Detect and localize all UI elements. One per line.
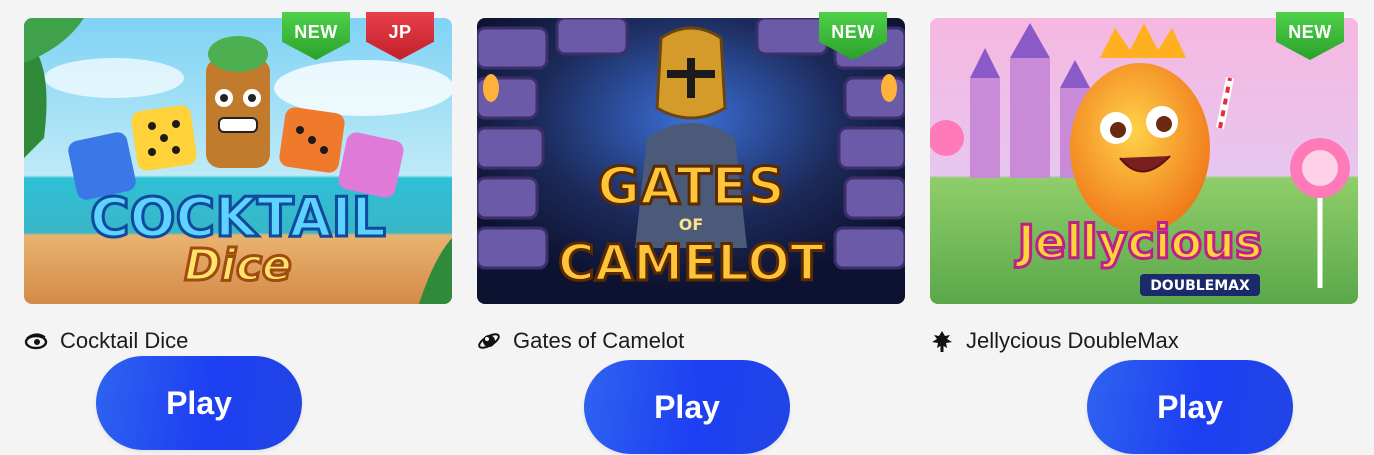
game-title-row: Jellycious DoubleMax <box>930 327 1179 355</box>
cover-title-line2: OF <box>679 215 704 234</box>
game-card-jellycious-doublemax: Jellycious DOUBLEMAX NEW Jellycious Doub… <box>930 0 1358 455</box>
game-title: Cocktail Dice <box>60 328 189 353</box>
cover-title-line2: Dice <box>184 240 292 291</box>
play-button[interactable]: Play <box>1087 360 1293 454</box>
cover-title-line3: CAMELOT <box>558 234 824 292</box>
play-button[interactable]: Play <box>96 356 302 450</box>
cover-title-line1: GATES <box>597 157 784 217</box>
game-card-gates-of-camelot: GATES OF CAMELOT NEW Gates of Camelot Pl… <box>477 0 905 455</box>
game-cover-art: Jellycious DOUBLEMAX <box>930 18 1358 304</box>
play-button[interactable]: Play <box>584 360 790 454</box>
planet-icon <box>478 333 500 349</box>
tree-icon <box>932 331 952 352</box>
game-title: Gates of Camelot <box>513 328 685 353</box>
game-thumbnail[interactable]: Jellycious DOUBLEMAX <box>930 18 1358 304</box>
game-cover-art: GATES OF CAMELOT <box>477 18 905 304</box>
game-title-row: Cocktail Dice <box>24 327 188 355</box>
cover-title-line2: DOUBLEMAX <box>1150 278 1250 294</box>
game-thumbnail[interactable]: GATES OF CAMELOT <box>477 18 905 304</box>
game-thumbnail[interactable]: COCKTAIL Dice <box>24 18 452 304</box>
game-title: Jellycious DoubleMax <box>966 328 1179 353</box>
game-card-cocktail-dice: COCKTAIL Dice NEW JP Cocktail Dice Play <box>24 0 452 455</box>
cover-title-line1: Jellycious <box>1015 215 1263 269</box>
game-cover-art: COCKTAIL Dice <box>24 18 452 304</box>
game-title-row: Gates of Camelot <box>477 327 684 355</box>
eye-icon <box>24 333 48 350</box>
